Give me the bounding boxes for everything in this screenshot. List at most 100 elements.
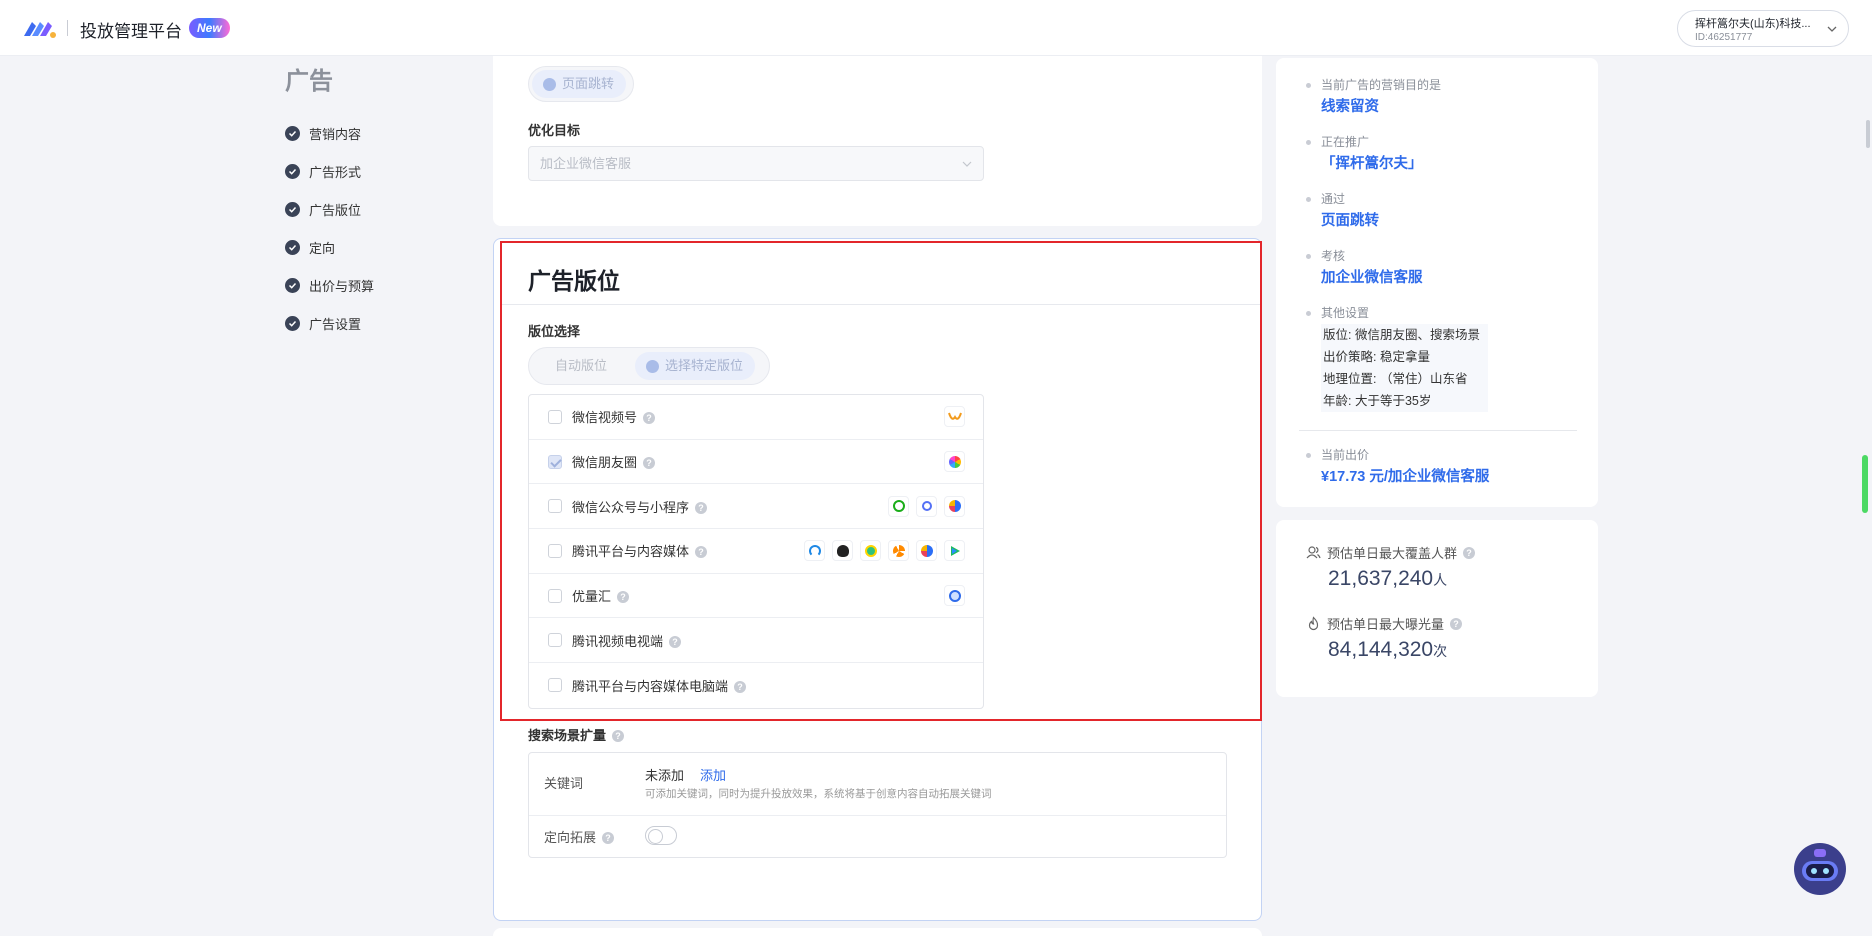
- sidebar-item-bid-budget[interactable]: 出价与预算: [285, 266, 374, 304]
- placement-row-pc[interactable]: 腾讯平台与内容媒体电脑端?: [529, 663, 983, 708]
- sidebar-title: 广告: [285, 68, 333, 95]
- targeting-expand-toggle[interactable]: [645, 826, 677, 845]
- tencent-news-icon: [804, 540, 825, 562]
- help-icon[interactable]: ?: [617, 591, 630, 604]
- scroll-progress-indicator[interactable]: [1862, 455, 1868, 513]
- placement-label: 微信公众号与小程序?: [572, 497, 708, 516]
- help-icon[interactable]: ?: [602, 832, 615, 844]
- placement-label: 腾讯视频电视端?: [572, 631, 682, 650]
- summary-other-line: 地理位置: （常住）山东省: [1321, 368, 1488, 390]
- placement-row-moments[interactable]: 微信朋友圈?: [529, 440, 983, 485]
- placement-name: 腾讯视频电视端: [572, 633, 664, 649]
- app-logo-icon[interactable]: [22, 16, 58, 40]
- optimization-goal-select: 加企业微信客服: [528, 146, 984, 181]
- help-icon[interactable]: ?: [669, 635, 682, 648]
- divider: [529, 815, 1226, 816]
- qq-icon: [832, 540, 853, 562]
- search-expand-box: 关键词 未添加 添加 可添加关键词，同时为提升投放效果，系统将基于创意内容自动拓…: [528, 752, 1227, 858]
- logo-separator: [67, 20, 68, 36]
- help-icon[interactable]: ?: [695, 546, 708, 559]
- sidebar-item-targeting[interactable]: 定向: [285, 228, 374, 266]
- placement-checkbox[interactable]: [548, 633, 562, 648]
- media-icons: [888, 495, 965, 517]
- sidebar-item-ad-format[interactable]: 广告形式: [285, 152, 374, 190]
- placement-checkbox[interactable]: [548, 543, 562, 558]
- video-channel-icon: [944, 406, 965, 428]
- placement-row-tencent-media[interactable]: 腾讯平台与内容媒体?: [529, 529, 983, 574]
- sidebar-item-ad-settings[interactable]: 广告设置: [285, 304, 374, 342]
- placement-checkbox[interactable]: [548, 588, 562, 603]
- summary-other-settings: 其他设置 版位: 微信朋友圈、搜索场景 出价策略: 稳定拿量 地理位置: （常住…: [1302, 302, 1592, 412]
- summary-value: 线索留资: [1321, 99, 1379, 115]
- summary-label: 考核: [1321, 249, 1346, 263]
- sidebar-item-label: 营销内容: [309, 126, 362, 142]
- top-bar: 投放管理平台 New 挥杆篙尔夫(山东)科技... ID:46251777: [0, 0, 1872, 56]
- targeting-expand-label: 定向拓展?: [544, 827, 615, 846]
- auto-placement-pill[interactable]: 自动版位: [543, 352, 619, 380]
- check-circle-icon: [285, 201, 300, 217]
- pill-label: 页面跳转: [562, 76, 615, 91]
- placement-checkbox[interactable]: [548, 454, 562, 469]
- add-keyword-link[interactable]: 添加: [700, 765, 726, 784]
- kandian-icon: [888, 540, 909, 562]
- specific-placement-pill[interactable]: 选择特定版位: [635, 352, 756, 380]
- summary-entry: 当前广告的营销目的是 线索留资: [1302, 74, 1592, 131]
- sidebar-item-marketing-content[interactable]: 营销内容: [285, 114, 374, 152]
- help-icon[interactable]: ?: [643, 457, 656, 470]
- help-icon[interactable]: ?: [1450, 617, 1463, 630]
- sidebar-item-label: 广告版位: [309, 202, 362, 218]
- targeting-expand-text: 定向拓展: [544, 830, 597, 845]
- placement-section-title: 广告版位: [528, 268, 620, 294]
- bid-value: ¥17.73 元/加企业微信客服: [1321, 469, 1490, 485]
- placement-row-official-account[interactable]: 微信公众号与小程序?: [529, 484, 983, 530]
- check-circle-icon: [285, 125, 300, 141]
- moments-icon: [944, 451, 965, 473]
- summary-other-line: 出价策略: 稳定拿量: [1321, 346, 1488, 368]
- pill-label: 自动版位: [555, 358, 608, 373]
- summary-entry: 当前出价 ¥17.73 元/加企业微信客服: [1302, 444, 1592, 501]
- scrollbar-thumb[interactable]: [1866, 120, 1870, 148]
- placement-checkbox[interactable]: [548, 499, 562, 514]
- search-expand-label: 搜索场景扩量?: [528, 725, 625, 744]
- check-circle-icon: [285, 163, 300, 179]
- keyword-label: 关键词: [544, 776, 584, 791]
- placement-name: 腾讯平台与内容媒体: [572, 544, 690, 560]
- placement-row-youlianghui[interactable]: 优量汇?: [529, 574, 983, 619]
- placement-mode-group: 自动版位 选择特定版位: [528, 347, 770, 385]
- summary-label: 正在推广: [1321, 135, 1370, 149]
- placement-name: 微信视频号: [572, 410, 638, 426]
- sidebar-item-label: 广告形式: [309, 164, 362, 180]
- placement-checkbox[interactable]: [548, 409, 562, 424]
- keyword-value: 未添加: [645, 768, 685, 783]
- help-icon[interactable]: ?: [695, 501, 708, 514]
- summary-bid: 当前出价 ¥17.73 元/加企业微信客服: [1302, 444, 1592, 501]
- summary-label: 其他设置: [1321, 306, 1370, 320]
- media-icons: [944, 406, 965, 428]
- help-icon[interactable]: ?: [612, 730, 625, 742]
- check-circle-icon: [285, 239, 300, 255]
- check-circle-icon: [543, 78, 556, 91]
- jump-type-page-pill[interactable]: 页面跳转: [532, 70, 627, 98]
- bid-label: 当前出价: [1321, 448, 1370, 462]
- help-icon[interactable]: ?: [643, 412, 656, 425]
- assistant-bot-icon[interactable]: [1792, 841, 1848, 897]
- qq-browser-icon: [916, 540, 937, 562]
- sidebar-item-ad-placement[interactable]: 广告版位: [285, 190, 374, 228]
- media-icons: [804, 540, 965, 562]
- placement-row-channels[interactable]: 微信视频号?: [529, 395, 983, 440]
- tencent-video-icon: [944, 540, 965, 562]
- help-icon[interactable]: ?: [734, 680, 747, 693]
- help-icon[interactable]: ?: [1463, 546, 1476, 559]
- placement-name: 优量汇: [572, 589, 612, 605]
- sidebar-item-label: 广告设置: [309, 316, 362, 332]
- section-divider: [502, 304, 1260, 305]
- summary-other-line: 版位: 微信朋友圈、搜索场景: [1321, 324, 1488, 346]
- account-switcher[interactable]: 挥杆篙尔夫(山东)科技... ID:46251777: [1677, 10, 1849, 47]
- check-circle-icon: [285, 315, 300, 331]
- summary-divider: [1299, 430, 1577, 431]
- placement-row-tv[interactable]: 腾讯视频电视端?: [529, 618, 983, 664]
- reach-unit: 人: [1433, 572, 1448, 588]
- placement-checkbox[interactable]: [548, 678, 562, 693]
- exposure-number: 84,144,320: [1328, 638, 1434, 661]
- jump-type-group: 页面跳转: [528, 66, 634, 102]
